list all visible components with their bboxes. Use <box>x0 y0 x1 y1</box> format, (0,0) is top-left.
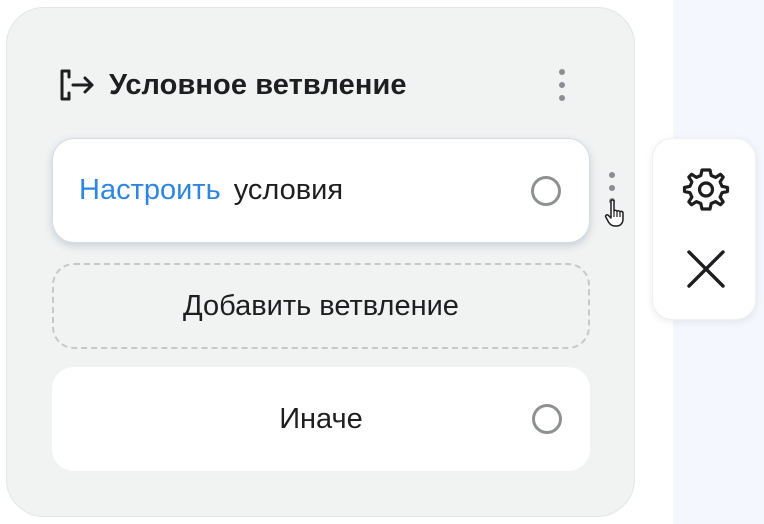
conditions-label: условия <box>233 174 344 206</box>
node-title: Условное ветвление <box>109 68 407 101</box>
hand-pointer-cursor-icon <box>604 198 626 228</box>
node-side-toolbar <box>652 138 756 320</box>
dot <box>609 185 615 191</box>
workflow-canvas: Условное ветвление Настроить условия Доб… <box>0 0 764 524</box>
gear-icon <box>681 164 731 219</box>
dot <box>559 69 565 75</box>
settings-button[interactable] <box>680 165 732 217</box>
conditional-branch-node[interactable]: Условное ветвление Настроить условия Доб… <box>6 7 635 517</box>
close-button[interactable] <box>680 245 732 297</box>
configure-conditions-link[interactable]: Настроить <box>79 174 221 207</box>
add-branch-label: Добавить ветвление <box>183 289 459 322</box>
dot <box>559 82 565 88</box>
output-port-radio[interactable] <box>532 404 562 434</box>
close-icon <box>684 247 728 296</box>
node-more-menu-button[interactable] <box>550 65 574 105</box>
dot <box>559 95 565 101</box>
output-port-radio[interactable] <box>531 175 561 206</box>
else-label: Иначе <box>279 402 363 435</box>
dot <box>609 172 615 178</box>
add-branch-button[interactable]: Добавить ветвление <box>52 263 590 349</box>
condition-branch-row[interactable]: Настроить условия <box>52 138 590 243</box>
else-branch-row[interactable]: Иначе <box>52 367 590 471</box>
node-header: Условное ветвление <box>55 62 407 108</box>
branch-exit-icon <box>55 65 95 105</box>
